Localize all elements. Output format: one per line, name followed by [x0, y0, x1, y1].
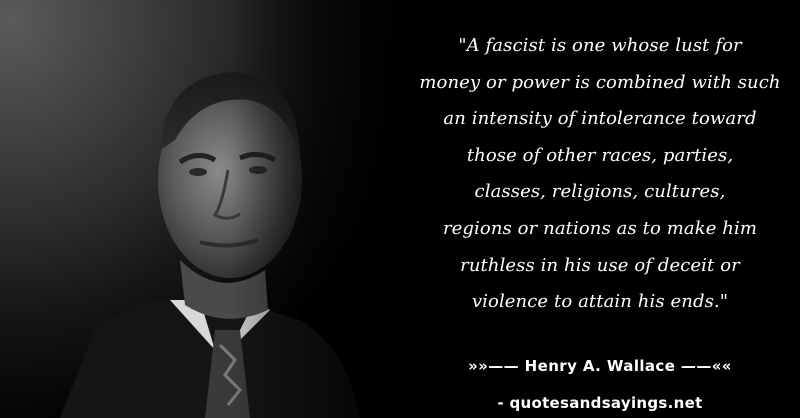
quote-line: money or power is combined with such: [419, 71, 781, 93]
quote-text: "A fascist is one whose lust for money o…: [400, 28, 800, 321]
source-watermark: - quotesandsayings.net: [497, 394, 703, 412]
quote-line: ruthless in his use of deceit or: [460, 254, 740, 276]
quote-line: regions or nations as to make him: [442, 217, 758, 239]
portrait-image: [0, 0, 420, 418]
quote-line: classes, religions, cultures,: [474, 181, 726, 203]
quote-line: those of other races, parties,: [466, 144, 734, 166]
quote-line: "A fascist is one whose lust for: [458, 35, 742, 56]
author-attribution: »»—— Henry A. Wallace ——««: [468, 357, 732, 375]
quote-line: an intensity of intolerance toward: [443, 108, 757, 130]
quote-line: violence to attain his ends.": [471, 291, 729, 313]
portrait-photo: [0, 0, 420, 418]
